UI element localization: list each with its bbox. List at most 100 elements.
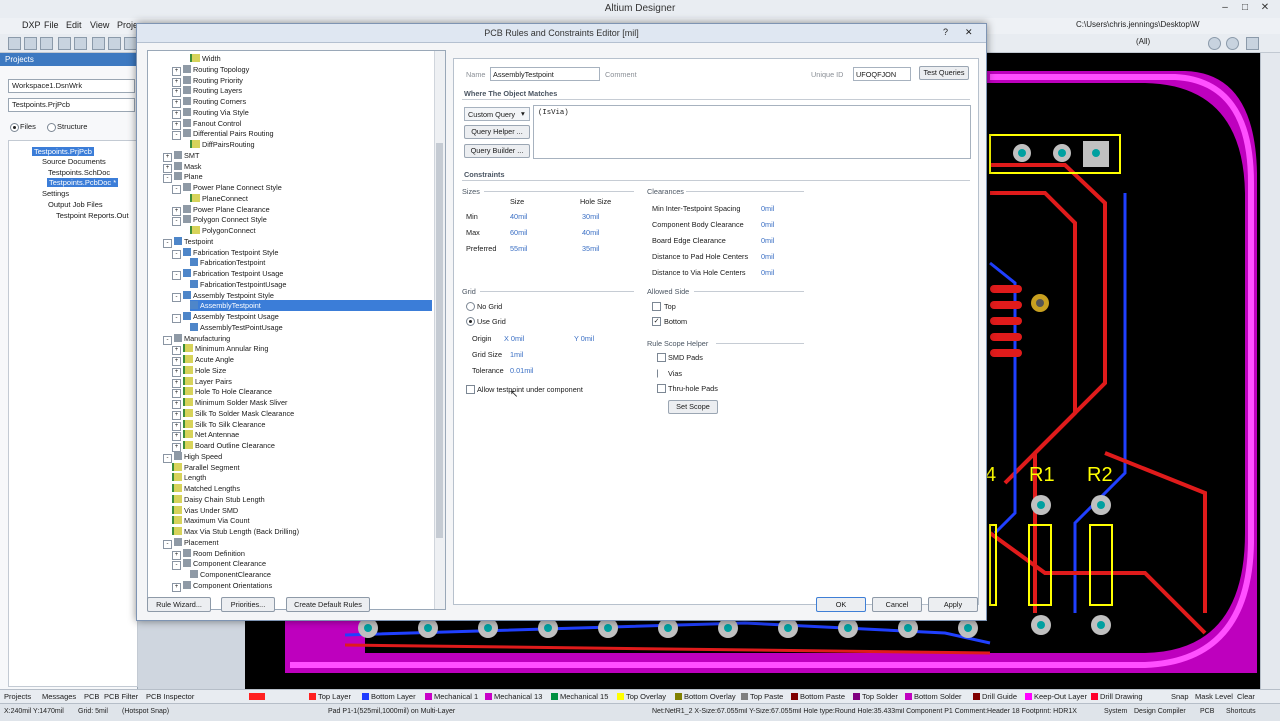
- rule-tree-item[interactable]: Vias Under SMD: [172, 505, 238, 516]
- rule-tree-item[interactable]: + Silk To Solder Mask Clearance: [172, 408, 294, 420]
- layer-tab-bottom-overlay[interactable]: Bottom Overlay: [675, 692, 736, 701]
- tab-pcb-filter[interactable]: PCB Filter: [104, 692, 138, 701]
- clearance-value-4[interactable]: 0mil: [761, 252, 774, 261]
- right-panel-strip[interactable]: [1260, 53, 1280, 689]
- tab-projects[interactable]: Projects: [4, 692, 31, 701]
- source-docs-node[interactable]: Source Documents: [42, 157, 106, 166]
- rule-wizard-button[interactable]: Rule Wizard...: [147, 597, 211, 612]
- expand-toggle-icon[interactable]: -: [172, 314, 181, 323]
- rule-tree-item[interactable]: - Assembly Testpoint Style: [172, 290, 274, 302]
- status-pcb[interactable]: PCB: [1200, 708, 1214, 715]
- grid-size-value[interactable]: 1mil: [510, 350, 523, 359]
- layer-tab-top-solder[interactable]: Top Solder: [853, 692, 898, 701]
- rule-tree-item[interactable]: Length: [172, 472, 206, 483]
- home-icon[interactable]: [1246, 37, 1259, 50]
- rule-tree-item[interactable]: - Placement: [163, 537, 218, 549]
- tolerance-value[interactable]: 0.01mil: [510, 366, 534, 375]
- bottom-side-checkbox[interactable]: ✓: [652, 317, 661, 326]
- help-icon[interactable]: ?: [943, 27, 948, 37]
- rule-tree-item[interactable]: + Mask: [163, 161, 201, 173]
- expand-toggle-icon[interactable]: -: [172, 561, 181, 571]
- maximize-icon[interactable]: □: [1238, 2, 1252, 15]
- rule-tree-item[interactable]: AssemblyTestpoint: [190, 300, 432, 312]
- rule-tree-item[interactable]: Daisy Chain Stub Length: [172, 494, 265, 505]
- rule-tree-item[interactable]: + Component Orientations: [172, 580, 272, 592]
- smd-pads-checkbox[interactable]: [657, 353, 666, 362]
- rule-tree-item[interactable]: - Differential Pairs Routing: [172, 128, 274, 141]
- rule-tree-item[interactable]: + Hole Size: [172, 365, 226, 377]
- layer-tab-drill-drawing[interactable]: Drill Drawing: [1091, 692, 1143, 701]
- clearance-value-3[interactable]: 0mil: [761, 236, 774, 245]
- schdoc-node[interactable]: Testpoints.SchDoc: [48, 168, 110, 177]
- expand-toggle-icon[interactable]: +: [172, 582, 181, 592]
- menu-view[interactable]: View: [90, 20, 109, 30]
- query-text-area[interactable]: (IsVia): [533, 105, 971, 159]
- tab-messages[interactable]: Messages: [42, 692, 76, 701]
- rule-tree-item[interactable]: + Routing Topology: [172, 64, 249, 76]
- rule-tree-item[interactable]: + Routing Layers: [172, 85, 242, 98]
- files-radio[interactable]: [10, 123, 19, 132]
- rule-tree-item[interactable]: FabricationTestpoint: [190, 257, 265, 268]
- layer-tab-mech15[interactable]: Mechanical 15: [551, 692, 608, 701]
- expand-toggle-icon[interactable]: -: [163, 335, 172, 345]
- rule-tree-item[interactable]: + Routing Priority: [172, 75, 243, 87]
- forward-icon[interactable]: [1226, 37, 1239, 50]
- menu-dxp[interactable]: DXP: [22, 20, 41, 30]
- project-node[interactable]: Testpoints.PrjPcb: [32, 147, 94, 156]
- rule-tree-item[interactable]: - Power Plane Connect Style: [172, 182, 282, 194]
- rule-tree-item[interactable]: + Net Antennae: [172, 429, 239, 442]
- unique-id-input[interactable]: UFOQFJON: [853, 67, 911, 81]
- rule-tree-item[interactable]: Matched Lengths: [172, 483, 240, 494]
- dialog-close-icon[interactable]: ✕: [965, 27, 973, 38]
- rule-tree-item[interactable]: + Minimum Solder Mask Sliver: [172, 397, 287, 409]
- top-side-checkbox[interactable]: [652, 302, 661, 311]
- thru-hole-checkbox[interactable]: [657, 384, 666, 393]
- open-icon[interactable]: [24, 37, 37, 50]
- layer-tab-mech13[interactable]: Mechanical 13: [485, 692, 542, 701]
- allow-under-checkbox[interactable]: [466, 385, 475, 394]
- rule-tree-item[interactable]: + Room Definition: [172, 548, 245, 560]
- zoom-icon[interactable]: [74, 37, 87, 50]
- name-input[interactable]: AssemblyTestpoint: [490, 67, 600, 81]
- query-mode-dropdown[interactable]: Custom Query ▾: [464, 107, 530, 121]
- rule-tree-item[interactable]: + Silk To Silk Clearance: [172, 419, 265, 431]
- new-icon[interactable]: [8, 37, 21, 50]
- layer-tab-top-paste[interactable]: Top Paste: [741, 692, 783, 701]
- rule-tree-item[interactable]: + SMT: [163, 150, 199, 162]
- rule-tree-item[interactable]: ComponentClearance: [190, 569, 271, 580]
- rule-tree-item[interactable]: + Minimum Annular Ring: [172, 343, 268, 356]
- rule-tree-item[interactable]: - Plane: [163, 171, 203, 184]
- rule-tree-item[interactable]: Width: [190, 53, 221, 64]
- layer-tab-bottom[interactable]: Bottom Layer: [362, 692, 416, 701]
- use-grid-radio[interactable]: [466, 317, 475, 326]
- copy-icon[interactable]: [108, 37, 121, 50]
- expand-toggle-icon[interactable]: -: [172, 217, 181, 227]
- mask-level-button[interactable]: Mask Level: [1195, 692, 1233, 701]
- tab-pcb[interactable]: PCB: [84, 692, 99, 701]
- rule-tree-item[interactable]: + Power Plane Clearance: [172, 204, 270, 216]
- apply-button[interactable]: Apply: [928, 597, 978, 612]
- menu-file[interactable]: File: [44, 20, 59, 30]
- cancel-button[interactable]: Cancel: [872, 597, 922, 612]
- expand-toggle-icon[interactable]: -: [172, 271, 181, 280]
- rule-tree-item[interactable]: AssemblyTestPointUsage: [190, 322, 283, 333]
- rule-tree-item[interactable]: + Fanout Control: [172, 118, 241, 130]
- origin-x-value[interactable]: X 0mil: [504, 334, 524, 343]
- query-builder-button[interactable]: Query Builder ...: [464, 144, 530, 158]
- rule-tree-item[interactable]: - Testpoint: [163, 236, 213, 248]
- rule-tree-item[interactable]: - Assembly Testpoint Usage: [172, 311, 279, 323]
- tree-scrollbar[interactable]: [434, 51, 445, 609]
- expand-toggle-icon[interactable]: -: [172, 131, 181, 141]
- rule-tree-item[interactable]: + Layer Pairs: [172, 376, 232, 388]
- expand-toggle-icon[interactable]: -: [172, 292, 181, 302]
- filter-dropdown[interactable]: (All): [1136, 37, 1150, 46]
- outjob-node[interactable]: Output Job Files: [48, 200, 103, 209]
- settings-node[interactable]: Settings: [42, 189, 69, 198]
- folder-icon[interactable]: [92, 37, 105, 50]
- back-icon[interactable]: [1208, 37, 1221, 50]
- status-shortcuts[interactable]: Shortcuts: [1226, 708, 1256, 715]
- status-system[interactable]: System: [1104, 708, 1127, 715]
- expand-toggle-icon[interactable]: -: [172, 249, 181, 259]
- minimize-icon[interactable]: –: [1218, 2, 1232, 15]
- close-icon[interactable]: ✕: [1258, 2, 1272, 15]
